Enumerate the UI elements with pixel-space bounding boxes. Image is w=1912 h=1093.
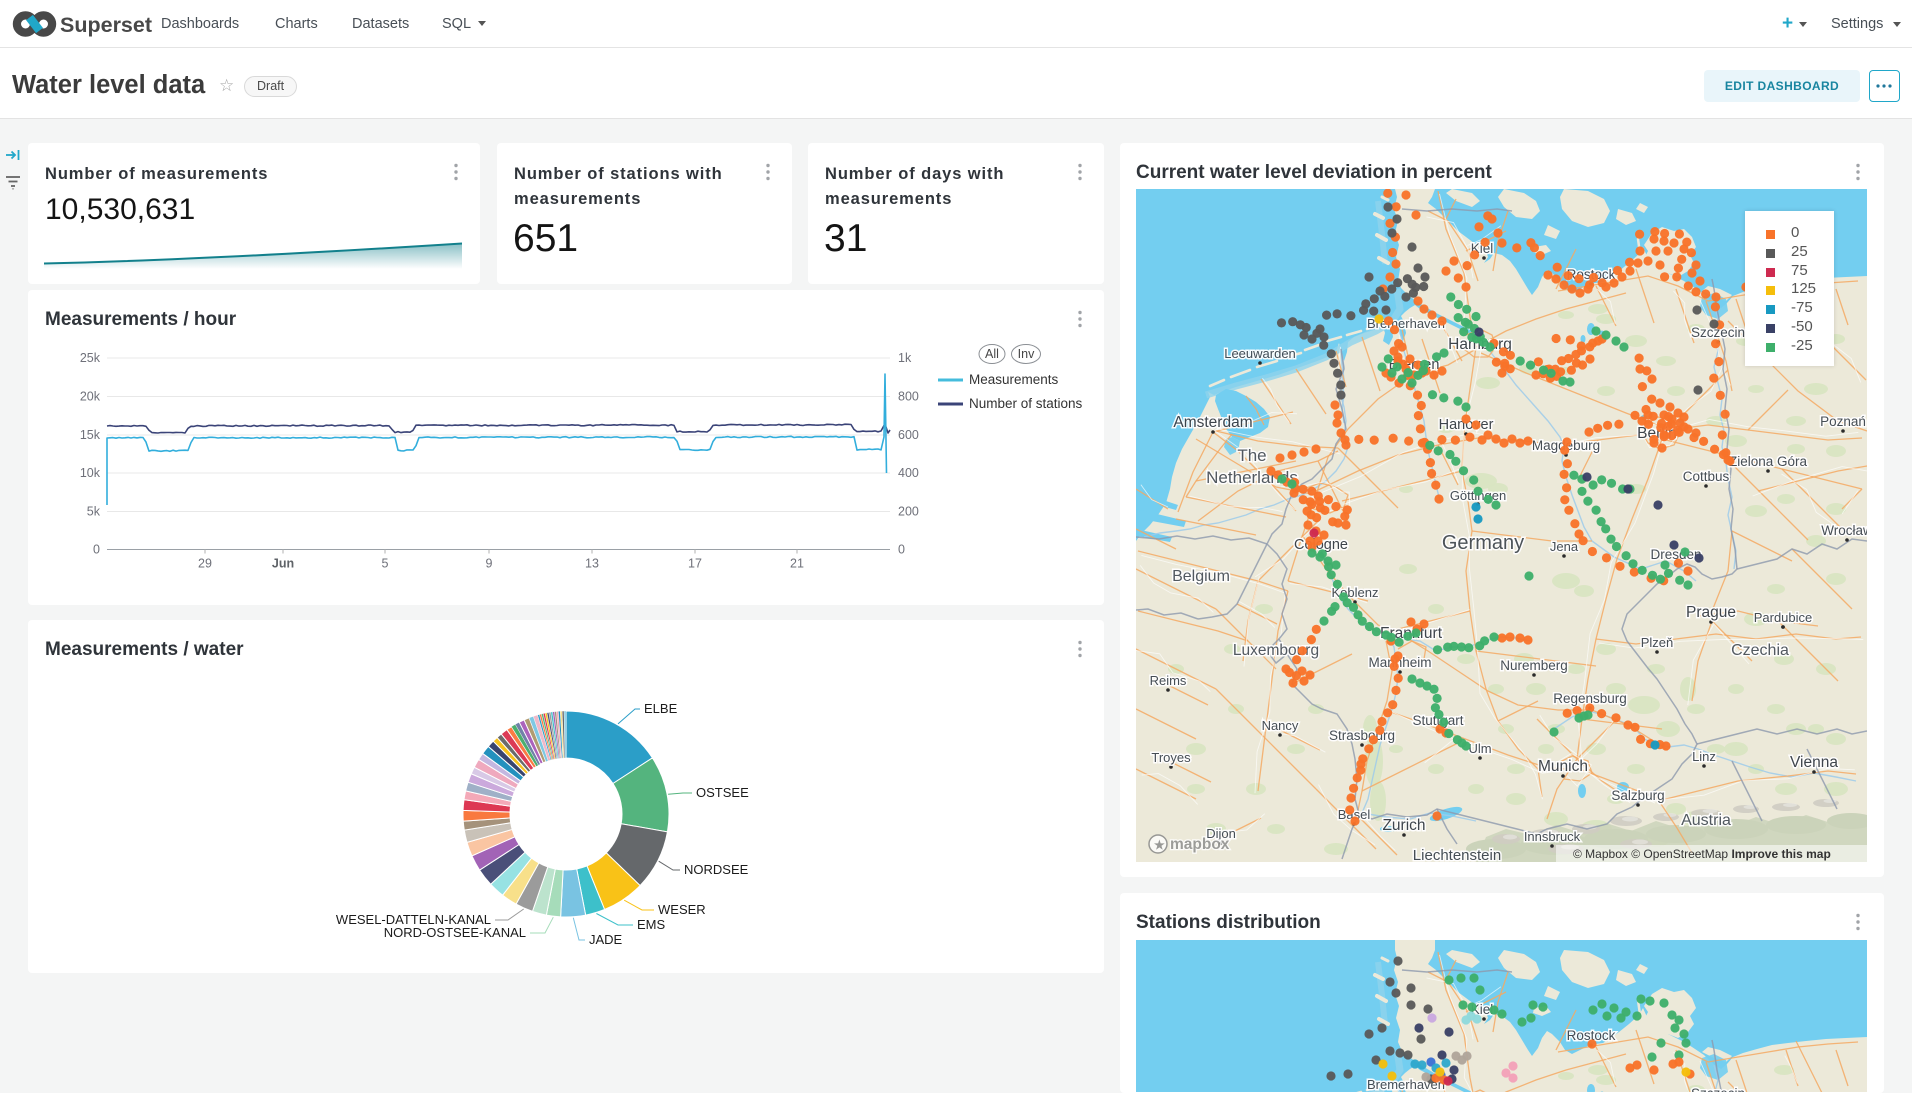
- svg-text:Austria: Austria: [1681, 812, 1731, 829]
- svg-text:Reims: Reims: [1150, 673, 1187, 688]
- svg-text:Liechtenstein: Liechtenstein: [1413, 847, 1501, 862]
- svg-text:5k: 5k: [87, 505, 101, 519]
- svg-text:Poznań: Poznań: [1820, 414, 1866, 429]
- svg-text:15k: 15k: [80, 428, 101, 442]
- svg-text:Troyes: Troyes: [1151, 750, 1191, 765]
- svg-text:Innsbruck: Innsbruck: [1524, 829, 1581, 844]
- svg-text:Measurements: Measurements: [969, 372, 1059, 387]
- svg-text:5: 5: [382, 557, 389, 571]
- svg-text:Vienna: Vienna: [1790, 754, 1838, 771]
- svg-text:Belgium: Belgium: [1172, 568, 1230, 585]
- svg-text:Strasbourg: Strasbourg: [1329, 728, 1395, 743]
- svg-text:WESEL-DATTELN-KANAL: WESEL-DATTELN-KANAL: [336, 912, 491, 927]
- svg-text:0: 0: [898, 543, 905, 557]
- svg-text:Wrocław: Wrocław: [1821, 523, 1867, 538]
- svg-text:WESER: WESER: [658, 902, 706, 917]
- svg-text:13: 13: [585, 557, 599, 571]
- svg-text:0: 0: [93, 543, 100, 557]
- svg-text:200: 200: [898, 505, 919, 519]
- svg-text:Munich: Munich: [1538, 758, 1588, 775]
- svg-text:Zielona Góra: Zielona Góra: [1729, 454, 1808, 469]
- svg-text:ELBE: ELBE: [644, 701, 678, 716]
- svg-text:800: 800: [898, 390, 919, 404]
- svg-text:25k: 25k: [80, 351, 101, 365]
- svg-text:OSTSEE: OSTSEE: [696, 785, 749, 800]
- svg-text:Number of stations: Number of stations: [969, 396, 1083, 411]
- svg-text:Amsterdam: Amsterdam: [1173, 414, 1252, 431]
- svg-text:Szczecin: Szczecin: [1691, 1086, 1745, 1092]
- svg-text:29: 29: [198, 557, 212, 571]
- svg-text:mapbox: mapbox: [1170, 836, 1230, 853]
- svg-text:Ulm: Ulm: [1468, 741, 1491, 756]
- svg-text:Czechia: Czechia: [1731, 642, 1789, 659]
- svg-text:Salzburg: Salzburg: [1611, 788, 1664, 803]
- svg-text:10k: 10k: [80, 466, 101, 480]
- svg-text:1k: 1k: [898, 351, 912, 365]
- svg-text:21: 21: [790, 557, 804, 571]
- svg-text:Nancy: Nancy: [1262, 718, 1299, 733]
- svg-text:Nuremberg: Nuremberg: [1500, 658, 1568, 673]
- svg-text:Pardubice: Pardubice: [1754, 610, 1813, 625]
- svg-text:9: 9: [486, 557, 493, 571]
- svg-text:The: The: [1237, 446, 1266, 465]
- svg-text:Jena: Jena: [1550, 539, 1579, 554]
- svg-text:Jun: Jun: [272, 557, 294, 571]
- svg-text:Superset: Superset: [60, 13, 152, 37]
- svg-text:All: All: [985, 347, 999, 361]
- svg-text:Prague: Prague: [1686, 604, 1736, 621]
- svg-text:Leeuwarden: Leeuwarden: [1224, 346, 1296, 361]
- svg-text:600: 600: [898, 428, 919, 442]
- svg-text:NORDSEE: NORDSEE: [684, 862, 749, 877]
- svg-text:© Mapbox © OpenStreetMap Impro: © Mapbox © OpenStreetMap Improve this ma…: [1573, 847, 1831, 861]
- svg-text:NORD-OSTSEE-KANAL: NORD-OSTSEE-KANAL: [384, 925, 526, 940]
- svg-text:Zurich: Zurich: [1382, 817, 1425, 834]
- svg-text:17: 17: [688, 557, 702, 571]
- svg-text:JADE: JADE: [589, 932, 623, 947]
- svg-text:Cottbus: Cottbus: [1683, 469, 1730, 484]
- svg-text:Germany: Germany: [1442, 532, 1524, 554]
- svg-text:★: ★: [1154, 838, 1165, 852]
- svg-text:EMS: EMS: [637, 917, 666, 932]
- svg-text:20k: 20k: [80, 390, 101, 404]
- svg-text:Inv: Inv: [1018, 347, 1035, 361]
- svg-text:Linz: Linz: [1692, 749, 1716, 764]
- svg-text:Plzeň: Plzeň: [1641, 635, 1674, 650]
- svg-text:400: 400: [898, 466, 919, 480]
